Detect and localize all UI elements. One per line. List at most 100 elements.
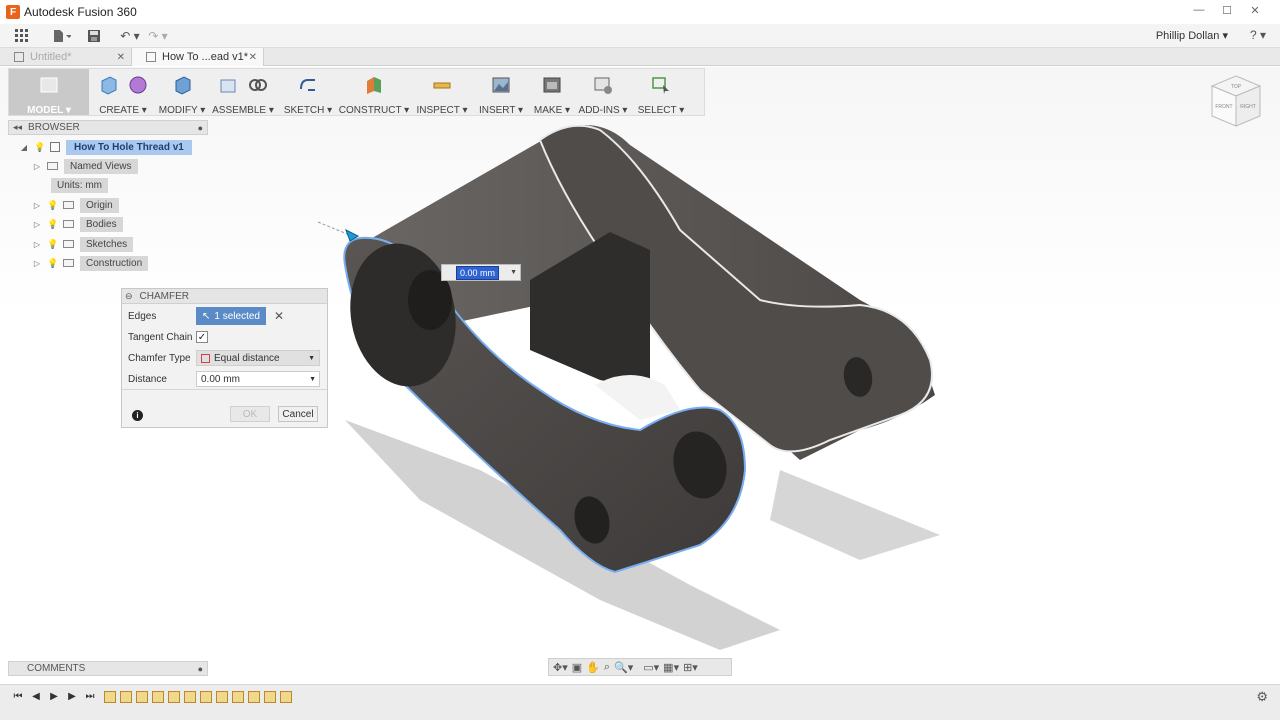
timeline-settings-gear-icon[interactable]: ⚙ [1256,689,1268,705]
file-menu-icon[interactable] [52,26,72,46]
visibility-bulb-icon[interactable]: 💡 [47,200,58,210]
look-at-icon[interactable]: ▣ [572,661,582,674]
pan-hand-icon[interactable]: ✋ [586,661,600,674]
orbit-icon[interactable]: ✥▾ [553,661,568,674]
cancel-button[interactable]: Cancel [278,406,318,422]
data-panel-grid-icon[interactable] [12,26,32,46]
close-button[interactable]: ✕ [1244,2,1266,18]
form-sphere-icon[interactable] [128,75,148,95]
browser-root-node[interactable]: ◢ 💡 How To Hole Thread v1 [20,139,192,155]
ok-button[interactable]: OK [230,406,270,422]
maximize-button[interactable]: ☐ [1216,2,1238,18]
tab-untitled[interactable]: Untitled* ✕ [0,48,132,66]
redo-icon[interactable]: ↷ ▾ [148,26,168,46]
timeline-feature-sketch[interactable] [168,691,180,703]
browser-root-label[interactable]: How To Hole Thread v1 [66,139,192,155]
chamfer-dialog-header[interactable]: ⊖ CHAMFER [122,289,327,304]
create-sketch-icon[interactable] [298,75,318,95]
timeline-feature-extrude[interactable] [152,691,164,703]
display-settings-icon[interactable]: ▭▾ [643,661,659,674]
collapse-triangle-icon[interactable]: ◢ [20,143,28,152]
timeline-feature-sketch[interactable] [136,691,148,703]
play-icon[interactable]: ▶ [46,689,62,705]
chevron-down-icon[interactable]: ▼ [309,376,316,383]
extrude-box-icon[interactable] [98,75,118,95]
ribbon-group-modify[interactable]: MODIFY ▾ [157,69,207,116]
browser-item-label[interactable]: Bodies [80,216,123,232]
zoom-window-icon[interactable]: 🔍▾ [614,661,633,674]
ribbon-group-assemble[interactable]: ASSEMBLE ▾ [207,69,279,116]
canvas-distance-value[interactable]: 0.00 mm [456,265,500,280]
ribbon-group-construct[interactable]: CONSTRUCT ▾ [337,69,411,116]
tab-close-icon[interactable]: ✕ [249,52,257,63]
browser-item-label[interactable]: Sketches [80,236,134,252]
browser-item-named-views[interactable]: ▷ Named Views [33,158,138,174]
insert-image-icon[interactable] [491,75,511,95]
minimize-dialog-icon[interactable]: ⊖ [125,291,133,302]
browser-item-label[interactable]: Units: mm [51,177,108,193]
timeline-feature-hole[interactable] [232,691,244,703]
ribbon-group-add-ins[interactable]: ADD-INS ▾ [575,69,631,116]
play-forward-icon[interactable]: ▶ [64,689,80,705]
timeline-feature-chamfer[interactable] [280,691,292,703]
measure-icon[interactable] [432,75,452,95]
minimize-button[interactable]: — [1188,2,1210,18]
browser-item-origin[interactable]: ▷ 💡 Origin [33,197,119,213]
timeline-feature-sketch[interactable] [200,691,212,703]
timeline-track[interactable] [104,687,292,707]
pin-icon[interactable]: ● [198,664,203,674]
distance-input[interactable]: 0.00 mm ▼ [196,371,320,387]
timeline-feature-thread[interactable] [264,691,276,703]
expand-triangle-icon[interactable]: ▷ [33,259,41,268]
joint-icon[interactable] [248,75,268,95]
browser-item-units[interactable]: Units: mm [45,177,108,193]
timeline-feature-extrude[interactable] [184,691,196,703]
tab-close-icon[interactable]: ✕ [117,52,125,63]
expand-triangle-icon[interactable]: ▷ [33,162,41,171]
canvas-distance-input[interactable]: 0.00 mm ▼ [441,264,521,281]
ribbon-group-inspect[interactable]: INSPECT ▾ [411,69,473,116]
grid-settings-icon[interactable]: ▦▾ [663,661,679,674]
comments-panel-header[interactable]: COMMENTS ● [8,661,208,676]
browser-panel-header[interactable]: ◂◂ BROWSER ● [8,120,208,135]
browser-item-label[interactable]: Named Views [64,158,138,174]
select-cursor-icon[interactable] [651,75,671,95]
3d-print-icon[interactable] [542,75,562,95]
user-menu[interactable]: Phillip Dollan ▾ [1156,29,1228,42]
go-to-start-icon[interactable]: ⏮ [10,689,26,705]
browser-item-construction[interactable]: ▷ 💡 Construction [33,255,149,271]
browser-item-sketches[interactable]: ▷ 💡 Sketches [33,236,134,252]
visibility-bulb-icon[interactable]: 💡 [47,219,58,229]
timeline-feature-extrude[interactable] [216,691,228,703]
go-to-end-icon[interactable]: ⏭ [82,689,98,705]
clear-selection-icon[interactable]: ✕ [274,309,284,323]
ribbon-group-make[interactable]: MAKE ▾ [529,69,575,116]
ribbon-group-insert[interactable]: INSERT ▾ [473,69,529,116]
undo-icon[interactable]: ↶ ▾ [120,26,140,46]
visibility-bulb-icon[interactable]: 💡 [47,239,58,249]
scripts-add-ins-icon[interactable] [593,75,613,95]
help-icon[interactable]: ? ▾ [1250,28,1266,42]
visibility-bulb-icon[interactable]: 💡 [47,258,58,268]
browser-item-label[interactable]: Construction [80,255,149,271]
view-cube[interactable]: TOP FRONT RIGHT [1208,72,1264,132]
expand-triangle-icon[interactable]: ▷ [33,201,41,210]
step-back-icon[interactable]: ◀ [28,689,44,705]
pin-icon[interactable]: ● [198,123,203,133]
tangent-chain-checkbox[interactable]: ✓ [196,331,208,343]
zoom-icon[interactable]: ⌕ [604,661,610,674]
new-component-icon[interactable] [218,75,238,95]
timeline-feature-extrude[interactable] [120,691,132,703]
ribbon-group-select[interactable]: SELECT ▾ [631,69,691,116]
workspace-switcher[interactable]: MODEL ▾ [9,69,89,116]
ribbon-group-sketch[interactable]: SKETCH ▾ [279,69,337,116]
edges-selection-button[interactable]: ↖ 1 selected [196,307,266,325]
save-icon[interactable] [84,26,104,46]
collapse-chevron-icon[interactable]: ◂◂ [13,122,22,133]
visibility-bulb-icon[interactable]: 💡 [34,142,45,152]
ribbon-group-create[interactable]: CREATE ▾ [89,69,157,116]
timeline-feature-sketch[interactable] [104,691,116,703]
offset-plane-icon[interactable] [364,75,384,95]
tab-how-to-hole-thread[interactable]: How To ...ead v1* ✕ [132,48,264,66]
expand-triangle-icon[interactable]: ▷ [33,240,41,249]
